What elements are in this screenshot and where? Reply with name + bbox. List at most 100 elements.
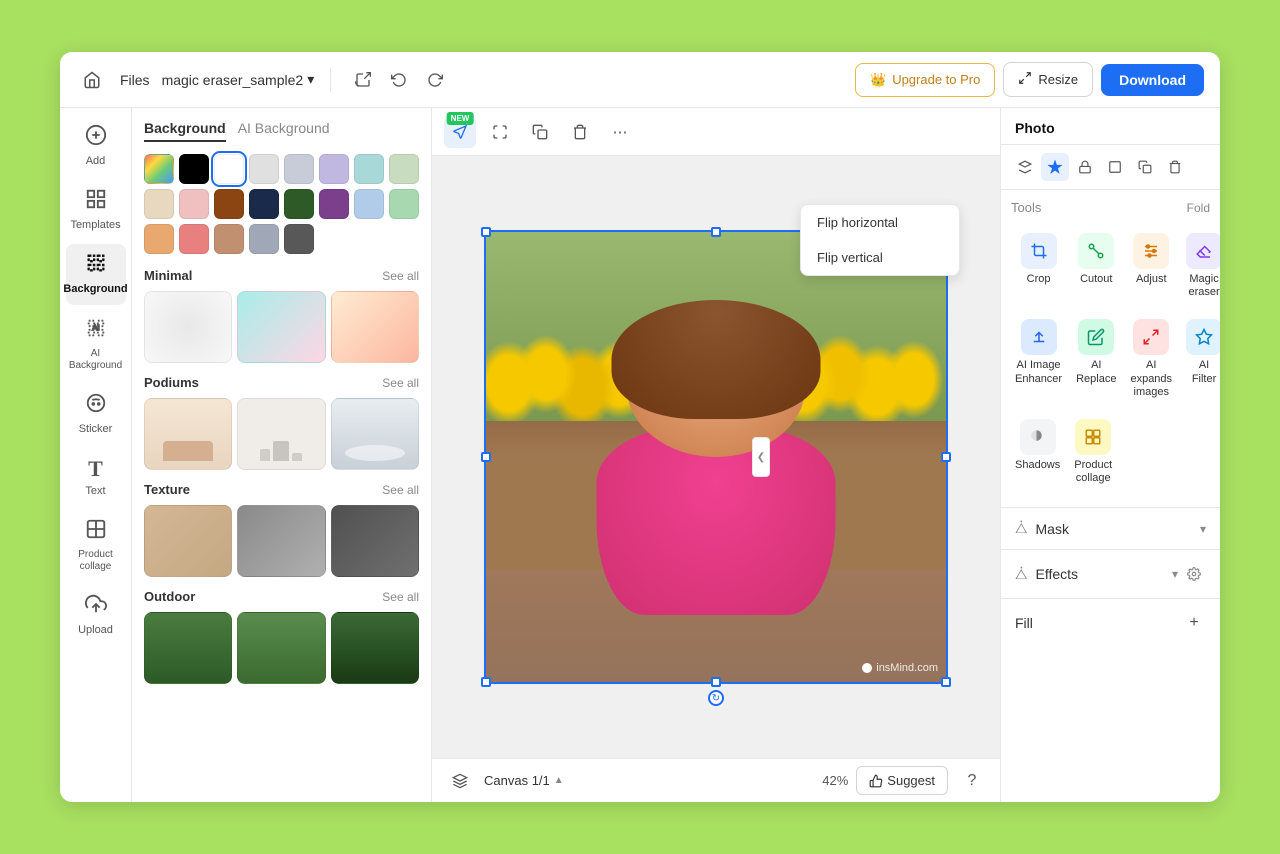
- swatch-white[interactable]: [214, 154, 244, 184]
- swatch-sage[interactable]: [389, 189, 419, 219]
- swatch-rainbow[interactable]: [144, 154, 174, 184]
- text-icon: T: [88, 456, 103, 482]
- tool-ai-filter[interactable]: AI Filter: [1182, 311, 1220, 405]
- ai-background-icon: AI: [85, 317, 107, 345]
- handle-mr[interactable]: [941, 452, 951, 462]
- panel-collapse-button[interactable]: ❮: [752, 437, 770, 477]
- help-button[interactable]: ?: [956, 765, 988, 797]
- podiums-see-all[interactable]: See all: [382, 376, 419, 390]
- tab-ai-background[interactable]: AI Background: [238, 120, 330, 142]
- swatch-extra[interactable]: [389, 154, 419, 184]
- swatch-cool-gray[interactable]: [249, 224, 279, 254]
- texture-see-all[interactable]: See all: [382, 483, 419, 497]
- delete-button[interactable]: [564, 116, 596, 148]
- handle-br[interactable]: [941, 677, 951, 687]
- layers-bottom-button[interactable]: [444, 765, 476, 797]
- minimal-thumb-3[interactable]: [331, 291, 419, 363]
- swatch-dark-gray[interactable]: [284, 224, 314, 254]
- swatch-light-gray[interactable]: [249, 154, 279, 184]
- rotate-handle[interactable]: ↻: [708, 690, 724, 706]
- download-button[interactable]: Download: [1101, 64, 1204, 96]
- nav-item-sticker[interactable]: Sticker: [66, 384, 126, 444]
- mask-header[interactable]: ⧊ Mask ▾: [1001, 508, 1220, 549]
- texture-thumb-3[interactable]: [331, 505, 419, 577]
- rp-layers-btn[interactable]: [1011, 153, 1039, 181]
- swatch-sky[interactable]: [354, 189, 384, 219]
- tool-crop[interactable]: Crop: [1011, 225, 1066, 305]
- rp-copy-btn[interactable]: [1131, 153, 1159, 181]
- upgrade-button[interactable]: 👑 Upgrade to Pro: [855, 63, 995, 97]
- nav-item-templates[interactable]: Templates: [66, 180, 126, 240]
- flip-vertical-item[interactable]: Flip vertical: [801, 240, 959, 275]
- rp-frame-btn[interactable]: [1101, 153, 1129, 181]
- swatch-navy[interactable]: [249, 189, 279, 219]
- suggest-button[interactable]: Suggest: [856, 766, 948, 795]
- rp-lock-btn[interactable]: [1071, 153, 1099, 181]
- tool-adjust[interactable]: Adjust: [1126, 225, 1176, 305]
- duplicate-button[interactable]: [524, 116, 556, 148]
- resize-button[interactable]: Resize: [1003, 62, 1093, 97]
- redo-button[interactable]: [419, 64, 451, 96]
- tool-ai-expands[interactable]: AI expands images: [1126, 311, 1176, 405]
- nav-item-text[interactable]: T Text: [66, 448, 126, 506]
- filename-dropdown[interactable]: magic eraser_sample2 ▾: [162, 71, 315, 88]
- minimal-thumb-1[interactable]: [144, 291, 232, 363]
- undo-button[interactable]: [383, 64, 415, 96]
- swatch-peach[interactable]: [144, 224, 174, 254]
- handle-bl[interactable]: [481, 677, 491, 687]
- files-link[interactable]: Files: [120, 72, 150, 88]
- podium-thumb-1[interactable]: [144, 398, 232, 470]
- outdoor-thumb-2[interactable]: [237, 612, 325, 684]
- tab-background[interactable]: Background: [144, 120, 226, 142]
- handle-ml[interactable]: [481, 452, 491, 462]
- outdoor-thumb-1[interactable]: [144, 612, 232, 684]
- effects-settings-button[interactable]: [1182, 562, 1206, 586]
- fullscreen-button[interactable]: [484, 116, 516, 148]
- tool-shadows[interactable]: Shadows: [1011, 411, 1064, 491]
- swatch-pink[interactable]: [179, 189, 209, 219]
- nav-item-add[interactable]: Add: [66, 116, 126, 176]
- handle-tl[interactable]: [481, 227, 491, 237]
- texture-thumb-1[interactable]: [144, 505, 232, 577]
- outdoor-thumb-3[interactable]: [331, 612, 419, 684]
- minimal-thumb-2[interactable]: [237, 291, 325, 363]
- nav-item-background[interactable]: Background: [66, 244, 126, 304]
- outdoor-see-all[interactable]: See all: [382, 590, 419, 604]
- tool-ai-enhancer[interactable]: AI Image Enhancer: [1011, 311, 1066, 405]
- handle-bm[interactable]: [711, 677, 721, 687]
- tools-grid: Crop Cutout: [1011, 225, 1210, 405]
- swatch-tan[interactable]: [214, 224, 244, 254]
- nav-item-product-collage[interactable]: Product collage: [66, 510, 126, 581]
- swatch-purple[interactable]: [319, 189, 349, 219]
- tool-magic-eraser[interactable]: Magic eraser: [1182, 225, 1220, 305]
- swatch-dark-green[interactable]: [284, 189, 314, 219]
- swatch-gray-blue[interactable]: [284, 154, 314, 184]
- swatch-black[interactable]: [179, 154, 209, 184]
- minimal-see-all[interactable]: See all: [382, 269, 419, 283]
- rp-delete-btn[interactable]: [1161, 153, 1189, 181]
- swatch-brown[interactable]: [214, 189, 244, 219]
- nav-item-ai-background[interactable]: AI AI Background: [66, 309, 126, 380]
- rp-magic-btn[interactable]: [1041, 153, 1069, 181]
- cloud-save-button[interactable]: [347, 64, 379, 96]
- home-button[interactable]: [76, 64, 108, 96]
- canvas-selector[interactable]: Canvas 1/1 ▲: [484, 773, 564, 788]
- swatch-teal-light[interactable]: [354, 154, 384, 184]
- swatch-coral[interactable]: [179, 224, 209, 254]
- flip-horizontal-item[interactable]: Flip horizontal: [801, 205, 959, 240]
- image-wrapper[interactable]: insMind.com ↻: [484, 230, 948, 684]
- texture-thumb-2[interactable]: [237, 505, 325, 577]
- tool-ai-replace[interactable]: AI Replace: [1072, 311, 1120, 405]
- swatch-nude[interactable]: [144, 189, 174, 219]
- tools-fold-btn[interactable]: Fold: [1187, 201, 1210, 215]
- podium-thumb-3[interactable]: [331, 398, 419, 470]
- tool-product-collage[interactable]: Product collage: [1070, 411, 1116, 491]
- swatch-lavender[interactable]: [319, 154, 349, 184]
- fill-add-button[interactable]: +: [1182, 611, 1206, 635]
- nav-item-upload[interactable]: Upload: [66, 585, 126, 645]
- tool-cutout[interactable]: Cutout: [1072, 225, 1120, 305]
- more-button[interactable]: ⋯: [604, 116, 636, 148]
- effects-header[interactable]: ⧊ Effects ▾: [1001, 550, 1220, 598]
- handle-tm[interactable]: [711, 227, 721, 237]
- podium-thumb-2[interactable]: [237, 398, 325, 470]
